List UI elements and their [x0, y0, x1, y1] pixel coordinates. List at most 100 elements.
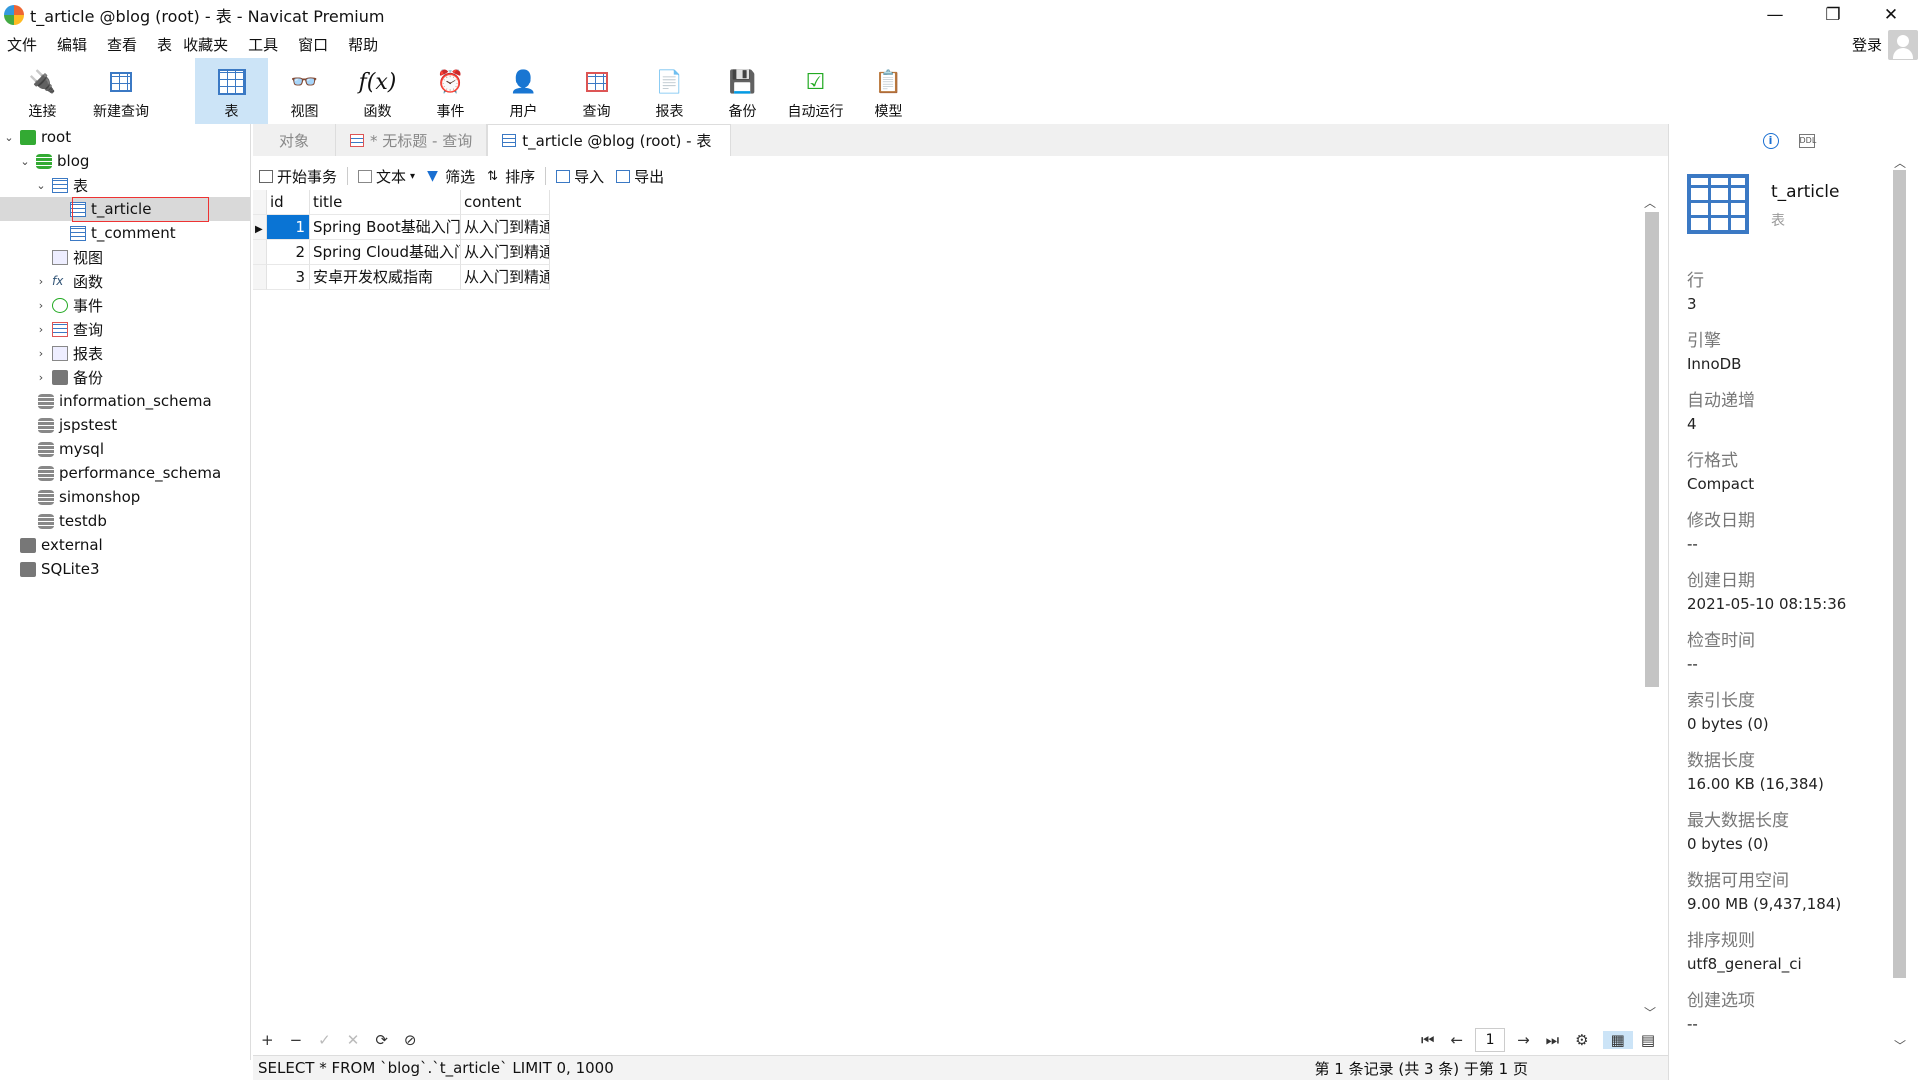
tab-untitled-query[interactable]: * 无标题 - 查询 — [336, 124, 488, 156]
cell-title[interactable]: 安卓开发权威指南 — [310, 265, 461, 290]
sort-button[interactable]: ⇅ 排序 — [481, 166, 541, 187]
tree-node-database[interactable]: jspstest — [34, 414, 117, 436]
toolbar-query-button[interactable]: 查询 — [560, 58, 633, 124]
tree-node-views[interactable]: 视图 — [48, 246, 103, 268]
menu-favorites[interactable]: 收藏夹 — [176, 34, 241, 55]
cell-id[interactable]: 2 — [267, 240, 310, 265]
grid-view-icon[interactable]: ▦ — [1602, 1031, 1633, 1049]
toolbar-table-button[interactable]: 表 — [195, 58, 268, 124]
connection-icon — [20, 129, 36, 145]
stop-button[interactable]: ⊘ — [396, 1031, 425, 1049]
tree-node-database[interactable]: performance_schema — [34, 462, 221, 484]
tree-node-blog[interactable]: ⌄ blog — [18, 150, 89, 172]
menu-help[interactable]: 帮助 — [341, 34, 391, 55]
delete-record-button[interactable]: − — [282, 1031, 311, 1049]
tree-node-external[interactable]: external — [16, 534, 103, 556]
chevron-down-icon[interactable]: ⌄ — [34, 179, 48, 192]
cell-content[interactable]: 从入门到精通 — [461, 215, 550, 240]
tree-node-sqlite3[interactable]: SQLite3 — [16, 558, 100, 580]
tree-node-backups[interactable]: › 备份 — [34, 366, 103, 388]
settings-icon[interactable]: ⚙ — [1567, 1031, 1596, 1049]
tree-node-database[interactable]: testdb — [34, 510, 107, 532]
avatar[interactable] — [1888, 30, 1918, 60]
chevron-down-icon[interactable]: ⌄ — [2, 131, 16, 144]
cell-id[interactable]: 1 — [267, 215, 310, 240]
toolbar-function-button[interactable]: f(x) 函数 — [341, 58, 414, 124]
tab-t-article[interactable]: t_article @blog (root) - 表 — [487, 124, 732, 156]
cell-content[interactable]: 从入门到精通 — [461, 265, 550, 290]
toolbar-view-button[interactable]: 👓 视图 — [268, 58, 341, 124]
tree-node-database[interactable]: information_schema — [34, 390, 212, 412]
restore-button[interactable]: ❐ — [1804, 0, 1862, 30]
cell-content[interactable]: 从入门到精通 — [461, 240, 550, 265]
scroll-down-icon[interactable]: ﹀ — [1894, 1037, 1906, 1054]
info-panel-scrollbar[interactable]: ︿ ﹀ — [1890, 154, 1908, 1054]
scroll-down-icon[interactable]: ﹀ — [1644, 1004, 1656, 1021]
apply-changes-button[interactable]: ✓ — [310, 1031, 339, 1049]
begin-transaction-button[interactable]: 开始事务 — [253, 166, 343, 187]
tree-node-database[interactable]: mysql — [34, 438, 104, 460]
next-page-button[interactable]: → — [1509, 1031, 1538, 1049]
toolbar-automation-button[interactable]: ☑ 自动运行 — [779, 58, 852, 124]
toolbar-model-button[interactable]: 📋 模型 — [852, 58, 925, 124]
first-page-button[interactable]: ⏮ — [1413, 1031, 1443, 1049]
toolbar-backup-button[interactable]: 💾 备份 — [706, 58, 779, 124]
tree-node-reports[interactable]: › 报表 — [34, 342, 103, 364]
menu-table[interactable]: 表 — [150, 34, 176, 55]
tree-node-functions[interactable]: › fx 函数 — [34, 270, 103, 292]
tree-node-queries[interactable]: › 查询 — [34, 318, 103, 340]
last-page-button[interactable]: ⏭ — [1538, 1031, 1568, 1049]
cell-title[interactable]: Spring Boot基础入门 — [310, 215, 461, 240]
toolbar-report-button[interactable]: 📄 报表 — [633, 58, 706, 124]
add-record-button[interactable]: + — [253, 1031, 282, 1049]
toolbar-event-button[interactable]: ⏰ 事件 — [414, 58, 487, 124]
close-button[interactable]: ✕ — [1862, 0, 1920, 30]
scrollbar-thumb[interactable] — [1645, 212, 1659, 687]
tab-objects[interactable]: 对象 — [253, 124, 337, 156]
chevron-right-icon[interactable]: › — [34, 275, 48, 288]
export-button[interactable]: 导出 — [610, 166, 670, 187]
column-header-id[interactable]: id — [267, 190, 310, 215]
table-row[interactable]: 2 Spring Cloud基础入门 从入门到精通 — [253, 240, 550, 265]
grid-vertical-scrollbar[interactable]: ︿ ﹀ — [1640, 190, 1662, 1025]
toolbar-new-query-button[interactable]: 新建查询 — [79, 58, 163, 124]
refresh-button[interactable]: ⟳ — [367, 1031, 396, 1049]
menu-view[interactable]: 查看 — [100, 34, 150, 55]
toolbar-user-button[interactable]: 👤 用户 — [487, 58, 560, 124]
chevron-down-icon[interactable]: ⌄ — [18, 155, 32, 168]
chevron-right-icon[interactable]: › — [34, 347, 48, 360]
scrollbar-thumb[interactable] — [1893, 170, 1906, 978]
discard-changes-button[interactable]: ✕ — [339, 1031, 368, 1049]
menu-window[interactable]: 窗口 — [291, 34, 341, 55]
chevron-right-icon[interactable]: › — [34, 299, 48, 312]
tree-node-root[interactable]: ⌄ root — [2, 126, 71, 148]
ddl-icon[interactable]: DDL — [1798, 134, 1816, 148]
table-row[interactable]: 3 安卓开发权威指南 从入门到精通 — [253, 265, 550, 290]
toolbar-connect-button[interactable]: 🔌 连接 — [6, 58, 79, 124]
menu-file[interactable]: 文件 — [0, 34, 50, 55]
tree-node-database[interactable]: simonshop — [34, 486, 140, 508]
column-header-content[interactable]: content — [461, 190, 550, 215]
import-button[interactable]: 导入 — [550, 166, 610, 187]
filter-button[interactable]: ▼ 筛选 — [421, 166, 481, 187]
scroll-up-icon[interactable]: ︿ — [1644, 194, 1656, 211]
table-row[interactable]: 1 Spring Boot基础入门 从入门到精通 — [253, 215, 550, 240]
info-icon[interactable]: i — [1762, 133, 1779, 149]
login-link[interactable]: 登录 — [1852, 34, 1882, 55]
chevron-right-icon[interactable]: › — [34, 323, 48, 336]
column-header-title[interactable]: title — [310, 190, 461, 215]
page-number-input[interactable]: 1 — [1475, 1028, 1506, 1052]
prev-page-button[interactable]: ← — [1443, 1031, 1472, 1049]
tree-node-events[interactable]: › 事件 — [34, 294, 103, 316]
scroll-up-icon[interactable]: ︿ — [1894, 154, 1906, 171]
menu-tools[interactable]: 工具 — [241, 34, 291, 55]
tree-node-tables[interactable]: ⌄ 表 — [34, 174, 88, 196]
tree-node-t-comment[interactable]: t_comment — [66, 222, 176, 244]
menu-edit[interactable]: 编辑 — [50, 34, 100, 55]
cell-id[interactable]: 3 — [267, 265, 310, 290]
minimize-button[interactable]: — — [1746, 0, 1804, 30]
chevron-right-icon[interactable]: › — [34, 371, 48, 384]
text-button[interactable]: 文本 ▾ — [352, 166, 421, 187]
cell-title[interactable]: Spring Cloud基础入门 — [310, 240, 461, 265]
form-view-icon[interactable]: ▤ — [1633, 1031, 1663, 1049]
